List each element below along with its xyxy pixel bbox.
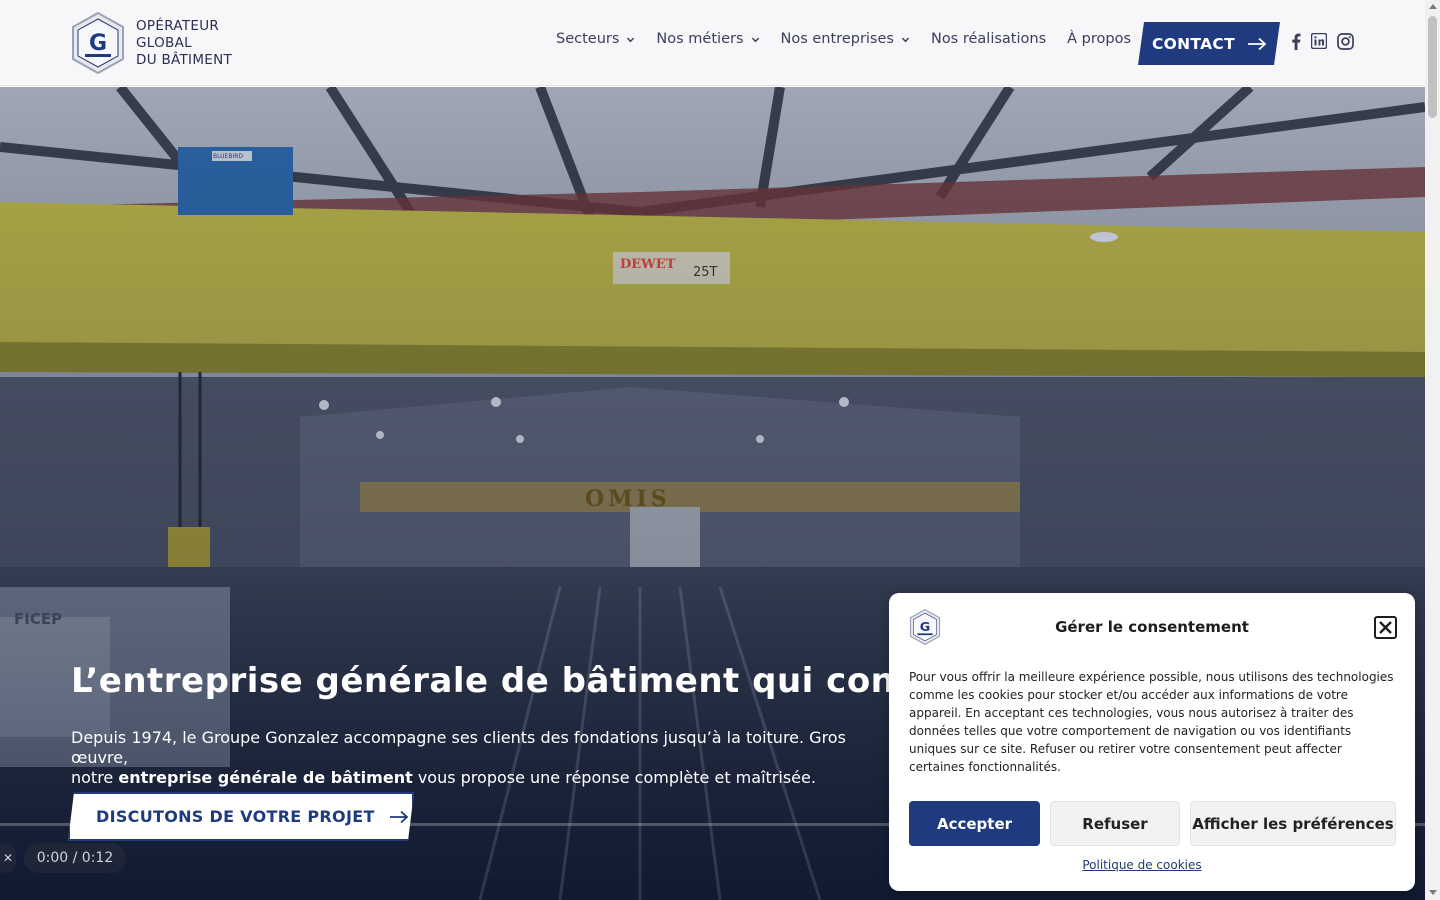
- consent-text: Pour vous offrir la meilleure expérience…: [909, 670, 1394, 774]
- crane-brand-label: DEWET: [620, 257, 676, 272]
- refuse-button[interactable]: Refuser: [1050, 801, 1180, 846]
- cookie-consent-dialog: G Gérer le consentement Pour vous offrir…: [889, 593, 1415, 891]
- cookie-policy-link[interactable]: Politique de cookies: [889, 858, 1395, 872]
- video-time-display: 0:00 / 0:12: [24, 843, 126, 873]
- svg-text:G: G: [89, 31, 107, 56]
- chevron-down-icon: [901, 37, 910, 42]
- contact-label: CONTACT: [1152, 34, 1235, 53]
- arrow-right-icon: [389, 810, 409, 824]
- nav-label: Nos métiers: [656, 31, 744, 47]
- scroll-up-arrow[interactable]: [1429, 4, 1437, 9]
- nav-item-nos-entreprises[interactable]: Nos entreprises: [781, 31, 910, 47]
- close-icon[interactable]: [1374, 616, 1397, 639]
- nav-item-nos-metiers[interactable]: Nos métiers: [656, 31, 759, 47]
- instagram-icon[interactable]: [1336, 32, 1354, 50]
- hero-description: Depuis 1974, le Groupe Gonzalez accompag…: [71, 728, 901, 788]
- hall-sign: OMIS: [585, 486, 671, 512]
- nav-label: À propos: [1067, 31, 1132, 47]
- hero-desc-post: vous propose une réponse complète et maî…: [412, 768, 816, 787]
- accept-button[interactable]: Accepter: [909, 801, 1040, 846]
- nav-item-nos-realisations[interactable]: Nos réalisations: [931, 31, 1046, 47]
- video-close-button[interactable]: ✕: [0, 843, 16, 873]
- cta-label: DISCUTONS DE VOTRE PROJET: [96, 807, 375, 826]
- logo-link[interactable]: G OPÉRATEUR GLOBAL DU BÂTIMENT: [71, 12, 232, 74]
- facebook-icon[interactable]: [1287, 32, 1305, 50]
- machine-brand-label: FICEP: [14, 610, 63, 628]
- nav-label: Nos entreprises: [780, 31, 894, 47]
- show-preferences-button[interactable]: Afficher les préférences: [1190, 801, 1396, 846]
- hero-desc-line-2: notre entreprise générale de bâtiment vo…: [71, 768, 901, 788]
- hero-title: L’entreprise générale de bâtiment qui co…: [71, 661, 1004, 701]
- groupe-gonzalez-logo: G: [72, 12, 124, 74]
- contact-button[interactable]: CONTACT: [1138, 22, 1280, 65]
- nav-label: Nos réalisations: [930, 31, 1047, 47]
- linkedin-icon[interactable]: [1310, 32, 1328, 50]
- logo-tagline: OPÉRATEUR GLOBAL DU BÂTIMENT: [136, 18, 232, 69]
- hero-desc-line-1: Depuis 1974, le Groupe Gonzalez accompag…: [71, 728, 846, 767]
- nav-item-secteurs[interactable]: Secteurs: [556, 31, 635, 47]
- logo-line-3: DU BÂTIMENT: [136, 51, 233, 68]
- equipment-label: BLUEBIRD: [213, 153, 244, 160]
- chevron-down-icon: [751, 37, 759, 42]
- scroll-thumb[interactable]: [1428, 16, 1437, 118]
- logo-line-1: OPÉRATEUR: [136, 17, 220, 34]
- hero-desc-pre: notre: [71, 768, 119, 787]
- consent-title: Gérer le consentement: [1055, 618, 1249, 636]
- site-header: G OPÉRATEUR GLOBAL DU BÂTIMENT Secteurs …: [0, 0, 1425, 86]
- page-scrollbar[interactable]: [1425, 0, 1440, 900]
- nav-label: Secteurs: [556, 31, 620, 47]
- chevron-down-icon: [627, 37, 635, 42]
- logo-line-2: GLOBAL: [136, 34, 192, 51]
- hero-desc-bold: entreprise générale de bâtiment: [118, 768, 413, 787]
- scroll-down-arrow[interactable]: [1429, 890, 1437, 895]
- main-nav: Secteurs Nos métiers Nos entreprises Nos…: [556, 31, 1152, 47]
- crane-capacity-label: 25T: [693, 265, 718, 280]
- nav-item-a-propos[interactable]: À propos: [1067, 31, 1131, 47]
- discuss-project-button[interactable]: DISCUTONS DE VOTRE PROJET: [68, 792, 414, 841]
- arrow-right-icon: [1247, 37, 1267, 51]
